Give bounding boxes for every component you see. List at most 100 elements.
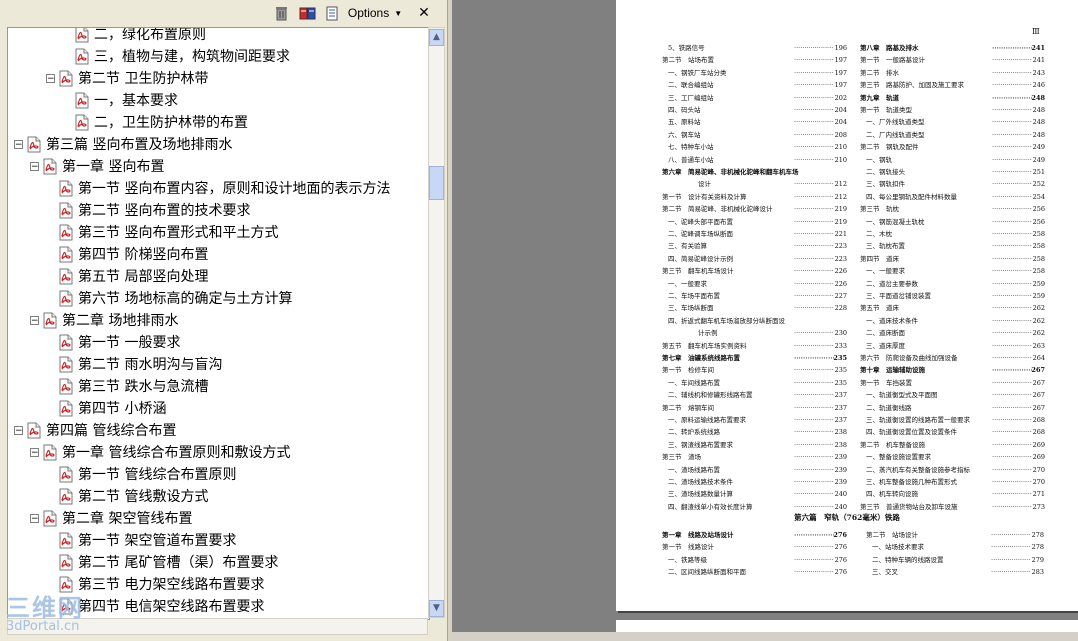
delete-bookmark-icon[interactable] bbox=[273, 4, 289, 22]
toc-page-number: 246 bbox=[1032, 81, 1045, 90]
expand-bookmark-icon[interactable] bbox=[324, 4, 340, 22]
toc-entry-title: 一、渣场线路布置 bbox=[668, 465, 720, 474]
toc-entry-title: 一、钢轨 bbox=[866, 155, 892, 164]
toc-entry-title: 第九章 轨道 bbox=[860, 93, 899, 102]
toc-page-number: 268 bbox=[1032, 428, 1045, 437]
toc-entry-title: 一、站场技术要求 bbox=[872, 543, 924, 552]
collapse-toggle-icon[interactable]: − bbox=[14, 425, 23, 435]
toc-leader: ····································· bbox=[794, 354, 834, 362]
toc-page-number: 283 bbox=[1031, 568, 1044, 577]
toc-entry: 二、联合编组站 ·································… bbox=[668, 81, 847, 89]
toc-entry-title: 八、普通车小站 bbox=[668, 155, 714, 164]
toc-leader: ····································· bbox=[992, 453, 1032, 462]
bookmark-item[interactable]: 第一节 竖向布置内容，原则和设计地面的表示方法 bbox=[46, 177, 390, 199]
new-bookmark-icon[interactable] bbox=[298, 4, 316, 22]
toc-leader: ····································· bbox=[794, 93, 834, 102]
pdf-bookmark-icon bbox=[43, 444, 62, 461]
toc-page-number: 258 bbox=[1032, 267, 1045, 276]
pdf-bookmark-icon bbox=[59, 356, 78, 373]
toc-leader: ····································· bbox=[794, 502, 834, 511]
bookmark-item[interactable]: − 第一章 管线综合布置原则和敷设方式 bbox=[30, 441, 290, 463]
toc-entry: 第九章 轨道 ··································… bbox=[860, 94, 1045, 102]
toc-page-number: 208 bbox=[834, 130, 847, 139]
toc-leader: ····································· bbox=[992, 68, 1032, 77]
close-icon[interactable]: ✕ bbox=[415, 4, 433, 22]
bookmark-item[interactable]: 二，卫生防护林带的布置 bbox=[62, 111, 248, 133]
toc-leader: ····································· bbox=[992, 292, 1032, 300]
vertical-scrollbar[interactable]: ▲ ▼ bbox=[428, 27, 445, 618]
toc-entry: 第七章 油罐系统线路布置 ····························… bbox=[662, 354, 847, 362]
toc-page-number: 240 bbox=[834, 490, 847, 499]
collapse-toggle-icon[interactable]: − bbox=[30, 513, 39, 523]
toc-page-number: 226 bbox=[834, 279, 847, 288]
bookmark-item[interactable]: 第一节 一般要求 bbox=[46, 331, 180, 353]
collapse-toggle-icon[interactable]: − bbox=[46, 73, 55, 83]
bookmark-item[interactable]: − 第一章 竖向布置 bbox=[30, 155, 164, 177]
bookmark-item[interactable]: 第四节 阶梯竖向布置 bbox=[46, 243, 208, 265]
toc-page-number: 233 bbox=[834, 341, 847, 350]
toc-entry-title: 第六章 简易驼峰、非机械化驼峰和翻车机车场 bbox=[662, 168, 799, 176]
toc-entry-title: 四、折返式翻车机车场溜放部分纵断面设 bbox=[668, 316, 785, 325]
toc-leader: ····································· bbox=[992, 440, 1032, 449]
bookmark-item[interactable]: 二，绿化布置原则 bbox=[62, 28, 206, 45]
bookmark-item[interactable]: 第二节 竖向布置的技术要求 bbox=[46, 199, 250, 221]
toc-entry: 计示例 ·····································… bbox=[698, 329, 847, 337]
bookmark-item[interactable]: 第二节 尾矿管槽（渠）布置要求 bbox=[46, 551, 278, 573]
pdf-bookmark-icon bbox=[43, 510, 62, 527]
toc-entry-title: 第十章 运输辅助设施 bbox=[860, 366, 925, 375]
bookmark-item[interactable]: 第二节 雨水明沟与盲沟 bbox=[46, 353, 222, 375]
bookmark-label: 第一章 管线综合布置原则和敷设方式 bbox=[62, 445, 291, 461]
bookmark-item[interactable]: − 第二章 架空管线布置 bbox=[30, 507, 192, 529]
toc-entry: 二、厂内线轨道类型 ·······························… bbox=[866, 131, 1045, 139]
scroll-thumb[interactable] bbox=[429, 166, 444, 200]
toc-leader: ····································· bbox=[794, 143, 834, 152]
toc-entry-title: 二、厂内线轨道类型 bbox=[866, 130, 925, 139]
bookmark-item[interactable]: 第一节 管线综合布置原则 bbox=[46, 463, 236, 485]
collapse-toggle-icon[interactable]: − bbox=[30, 315, 39, 325]
pdf-bookmark-icon bbox=[59, 488, 78, 505]
toc-page-number: 270 bbox=[1032, 478, 1045, 486]
bookmark-item[interactable]: − 第二章 场地排雨水 bbox=[30, 309, 178, 331]
toc-page-number: 262 bbox=[1032, 329, 1045, 338]
toc-page-number: 248 bbox=[1031, 93, 1045, 102]
toc-leader: ····································· bbox=[992, 502, 1032, 511]
toc-entry-title: 一、铁路等级 bbox=[668, 555, 707, 564]
toc-leader: ····································· bbox=[992, 81, 1032, 90]
options-menu-button[interactable]: Options ▼ bbox=[346, 4, 404, 22]
pdf-bookmark-icon bbox=[27, 422, 46, 439]
collapse-toggle-icon[interactable]: − bbox=[14, 139, 23, 149]
bookmark-item[interactable]: 第二节 管线敷设方式 bbox=[46, 485, 208, 507]
toc-leader: ····································· bbox=[992, 329, 1032, 338]
toc-leader: ····································· bbox=[794, 267, 834, 276]
toc-entry-title: 第三节 路基防护、加固及施工要求 bbox=[860, 81, 964, 90]
toc-leader: ····································· bbox=[794, 130, 834, 139]
bookmark-item[interactable]: 三，植物与建，构筑物间距要求 bbox=[62, 45, 290, 67]
toc-entry: 一、一般要求 ··································… bbox=[668, 280, 847, 288]
scroll-up-icon[interactable]: ▲ bbox=[429, 29, 444, 46]
bookmark-item[interactable]: 一，基本要求 bbox=[62, 89, 178, 111]
bookmark-item[interactable]: 第五节 局部竖向处理 bbox=[46, 265, 208, 287]
bookmark-item[interactable]: 第六节 场地标高的确定与土方计算 bbox=[46, 287, 292, 309]
bookmark-item[interactable]: 第三节 竖向布置形式和平土方式 bbox=[46, 221, 278, 243]
toc-entry-title: 第二节 站场设计 bbox=[866, 531, 918, 539]
toc-entry-title: 三、交叉 bbox=[872, 568, 898, 577]
toc-leader: ····································· bbox=[794, 254, 834, 263]
toc-page-number: 263 bbox=[1032, 341, 1045, 350]
bookmark-item[interactable]: − 第二节 卫生防护林带 bbox=[46, 67, 208, 89]
bookmark-item[interactable]: − 第三篇 竖向布置及场地排雨水 bbox=[14, 133, 232, 155]
toc-leader: ····································· bbox=[794, 242, 834, 251]
collapse-toggle-icon[interactable]: − bbox=[30, 161, 39, 171]
scroll-down-icon[interactable]: ▼ bbox=[429, 600, 444, 617]
toc-page-number: 267 bbox=[1032, 391, 1045, 400]
toc-entry: 第一节 设计有关资料及计算 ···························… bbox=[662, 193, 847, 201]
toc-entry: 一、轨道衡型式及平面图 ·····························… bbox=[866, 391, 1045, 399]
bookmark-item[interactable]: 第一节 架空管道布置要求 bbox=[46, 529, 236, 551]
toc-page-number: 223 bbox=[834, 242, 847, 251]
bookmark-item[interactable]: 第三节 跌水与急流槽 bbox=[46, 375, 208, 397]
bookmark-item[interactable]: − 第四篇 管线综合布置 bbox=[14, 419, 176, 441]
bookmark-label: 第四节 阶梯竖向布置 bbox=[78, 247, 209, 263]
toc-leader: ····································· bbox=[794, 56, 834, 65]
toc-entry: 第一节 车挡装置 ································… bbox=[860, 379, 1045, 387]
collapse-toggle-icon[interactable]: − bbox=[30, 447, 39, 457]
bookmark-item[interactable]: 第四节 小桥涵 bbox=[46, 397, 166, 419]
